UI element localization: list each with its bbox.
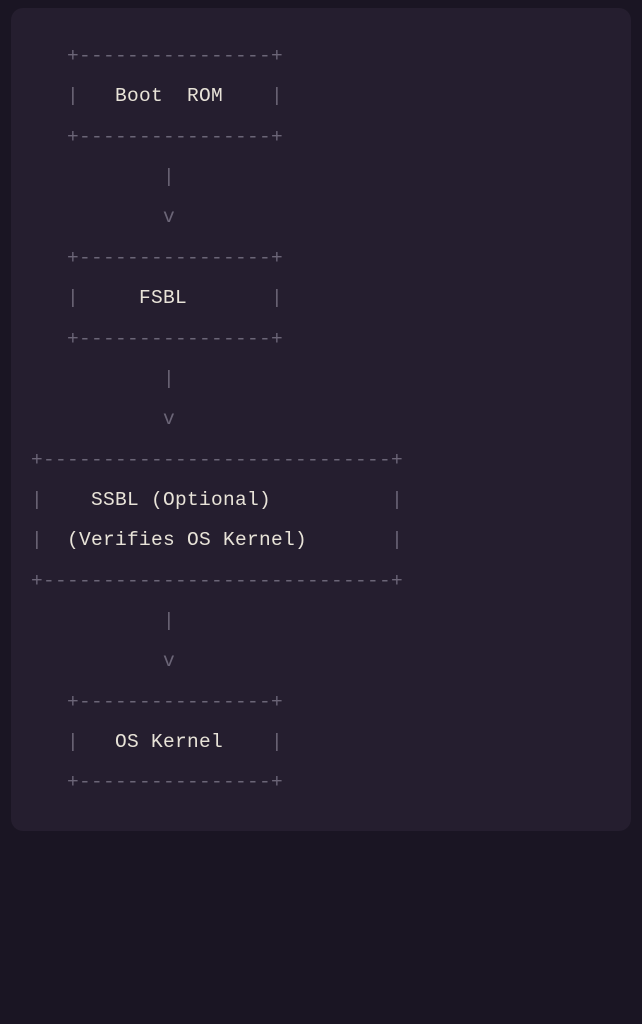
- box-border: +-----------------------------+: [31, 449, 403, 471]
- box-side: |: [307, 529, 403, 551]
- box-side: |: [223, 85, 283, 107]
- box-border: +----------------+: [31, 126, 283, 148]
- box-side: |: [31, 287, 139, 309]
- box-border: +----------------+: [31, 247, 283, 269]
- arrow-head: v: [31, 408, 175, 430]
- box-label-ssbl: SSBL (Optional): [91, 489, 271, 511]
- box-border: +----------------+: [31, 691, 283, 713]
- arrow-head: v: [31, 206, 175, 228]
- arrow-stem: |: [31, 610, 175, 632]
- ascii-diagram: +----------------+ | Boot ROM | +-------…: [31, 36, 611, 803]
- box-side: |: [31, 529, 67, 551]
- box-border: +----------------+: [31, 328, 283, 350]
- arrow-stem: |: [31, 166, 175, 188]
- box-side: |: [187, 287, 283, 309]
- ascii-diagram-block: +----------------+ | Boot ROM | +-------…: [11, 8, 631, 831]
- box-side: |: [31, 731, 115, 753]
- box-border: +----------------+: [31, 45, 283, 67]
- box-side: |: [31, 489, 91, 511]
- arrow-head: v: [31, 650, 175, 672]
- box-side: |: [271, 489, 403, 511]
- box-border: +-----------------------------+: [31, 570, 403, 592]
- box-label-os-kernel: OS Kernel: [115, 731, 223, 753]
- box-side: |: [223, 731, 283, 753]
- box-label-boot-rom: Boot ROM: [115, 85, 223, 107]
- box-label-fsbl: FSBL: [139, 287, 187, 309]
- box-border: +----------------+: [31, 771, 283, 793]
- box-label-verifies: (Verifies OS Kernel): [67, 529, 307, 551]
- arrow-stem: |: [31, 368, 175, 390]
- box-side: |: [31, 85, 115, 107]
